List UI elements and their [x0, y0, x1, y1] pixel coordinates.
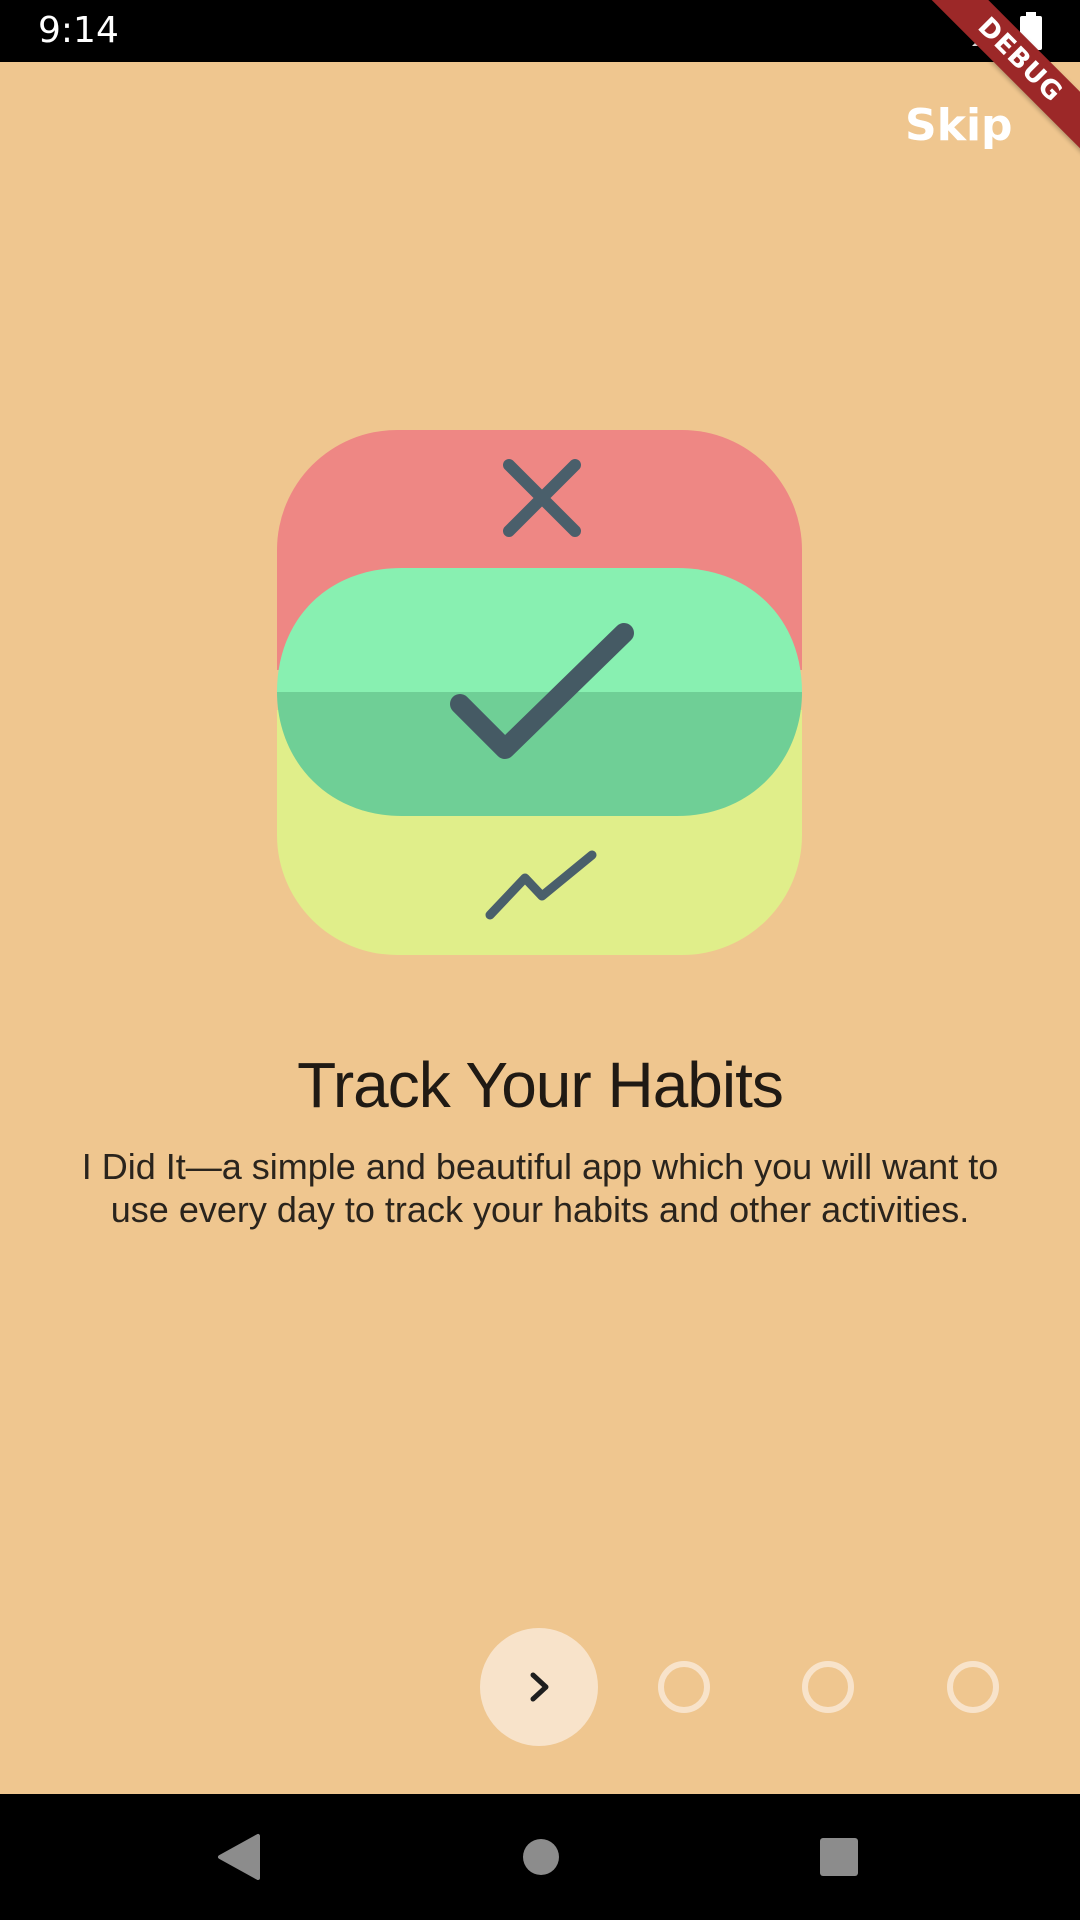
- home-icon[interactable]: [520, 1832, 562, 1886]
- next-button[interactable]: [480, 1628, 598, 1746]
- status-time: 9:14: [38, 10, 119, 51]
- page-indicator-dot[interactable]: [802, 1661, 854, 1713]
- page-indicator-dot[interactable]: [658, 1661, 710, 1713]
- status-bar: 9:14: [0, 0, 1080, 62]
- chevron-right-icon: [530, 1672, 549, 1702]
- navigation-bar: [0, 1794, 1080, 1920]
- back-icon[interactable]: [216, 1832, 262, 1886]
- card-green-top: [277, 568, 802, 692]
- recents-icon[interactable]: [818, 1832, 860, 1886]
- onboarding-screen: 9:14 DEBUG Skip Track Your Habits I Did …: [0, 0, 1080, 1920]
- app-illustration: [277, 430, 802, 955]
- onboarding-title: Track Your Habits: [297, 1049, 784, 1121]
- onboarding-description: I Did It—a simple and beautiful app whic…: [81, 1146, 999, 1230]
- skip-button[interactable]: Skip: [905, 98, 1013, 154]
- page-indicator-dot[interactable]: [947, 1661, 999, 1713]
